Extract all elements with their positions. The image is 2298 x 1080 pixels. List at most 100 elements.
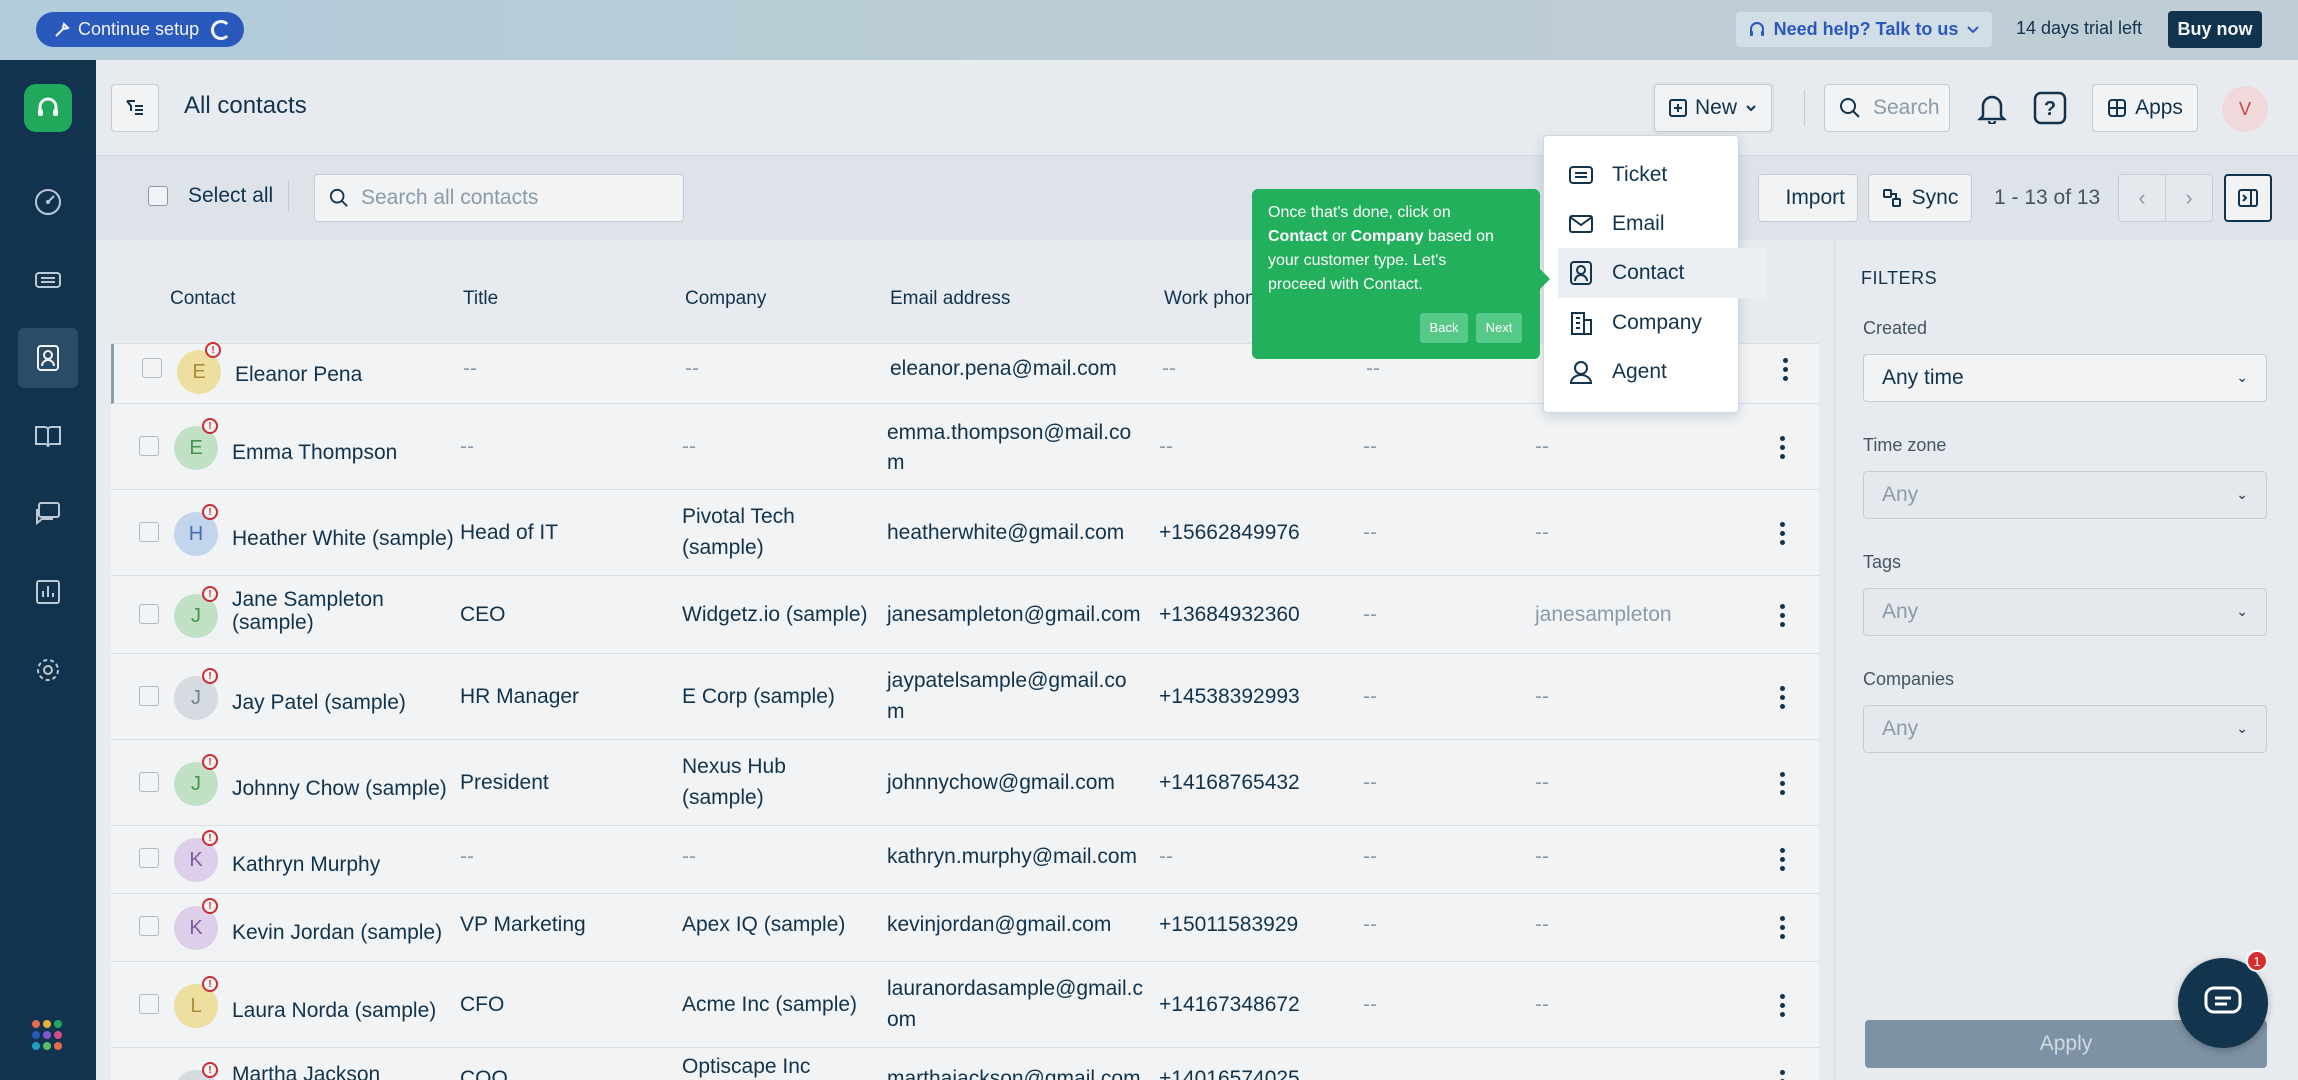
import-button[interactable]: Import — [1758, 174, 1858, 222]
timezone-filter-select[interactable]: Any ⌄ — [1863, 471, 2267, 519]
column-header-title[interactable]: Title — [463, 288, 498, 310]
created-filter-select[interactable]: Any time ⌄ — [1863, 354, 2267, 402]
global-search-button[interactable]: Search — [1824, 84, 1950, 132]
warning-icon: ! — [202, 830, 218, 846]
apps-button[interactable]: Apps — [2092, 84, 2198, 132]
row-actions-kebab-icon[interactable] — [1779, 994, 1785, 1017]
row-actions-kebab-icon[interactable] — [1779, 1070, 1785, 1080]
contact-name[interactable]: Kathryn Murphy — [232, 850, 380, 880]
row-checkbox[interactable] — [142, 358, 162, 378]
table-row[interactable]: E! Emma Thompson -- -- emma.thompson@mai… — [111, 404, 1819, 490]
column-header-company[interactable]: Company — [685, 288, 766, 310]
companies-filter-select[interactable]: Any ⌄ — [1863, 705, 2267, 753]
contact-name[interactable]: Johnny Chow (sample) — [232, 774, 447, 804]
new-button[interactable]: New — [1654, 84, 1772, 132]
warning-icon: ! — [205, 342, 221, 358]
select-all-checkbox[interactable] — [148, 186, 168, 206]
continue-setup-label: Continue setup — [78, 19, 200, 39]
warning-icon: ! — [202, 586, 218, 602]
row-actions-kebab-icon[interactable] — [1779, 522, 1785, 545]
menu-item-ticket[interactable]: Ticket — [1558, 150, 1766, 200]
analytics-nav-icon[interactable] — [18, 562, 78, 622]
row-actions-kebab-icon[interactable] — [1779, 772, 1785, 795]
table-row[interactable]: J! Jay Patel (sample) HR Manager E Corp … — [111, 654, 1819, 740]
menu-item-agent[interactable]: Agent — [1558, 347, 1766, 397]
warning-icon: ! — [202, 418, 218, 434]
contact-title: -- — [460, 845, 474, 868]
buy-now-button[interactable]: Buy now — [2168, 11, 2262, 48]
contact-name[interactable]: Heather White (sample) — [232, 524, 454, 554]
row-checkbox[interactable] — [139, 916, 159, 936]
row-actions-kebab-icon[interactable] — [1779, 604, 1785, 627]
table-row[interactable]: H! Heather White (sample) Head of IT Piv… — [111, 490, 1819, 576]
menu-item-email[interactable]: Email — [1558, 199, 1766, 249]
row-checkbox[interactable] — [139, 604, 159, 624]
tickets-nav-icon[interactable] — [18, 250, 78, 310]
table-row[interactable]: M! Martha Jackson COO Optiscape Inc mart… — [111, 1048, 1819, 1080]
notifications-bell-icon[interactable] — [1972, 88, 2012, 128]
row-checkbox[interactable] — [139, 686, 159, 706]
column-header-email[interactable]: Email address — [890, 288, 1010, 310]
contact-name[interactable]: Laura Norda (sample) — [232, 996, 436, 1026]
contact-company: -- — [685, 357, 699, 380]
table-row[interactable]: J! Jane Sampleton (sample) CEO Widgetz.i… — [111, 576, 1819, 654]
settings-gear-icon[interactable] — [18, 640, 78, 700]
header-divider — [1804, 90, 1805, 126]
row-checkbox[interactable] — [139, 848, 159, 868]
tags-filter-select[interactable]: Any ⌄ — [1863, 588, 2267, 636]
menu-item-contact[interactable]: Contact — [1558, 248, 1766, 298]
contacts-nav-icon[interactable] — [18, 328, 78, 388]
warning-icon: ! — [202, 504, 218, 520]
tooltip-next-button[interactable]: Next — [1476, 313, 1522, 343]
row-actions-kebab-icon[interactable] — [1779, 916, 1785, 939]
column-header-work-phone[interactable]: Work phone — [1164, 288, 1266, 310]
contact-name[interactable]: Eleanor Pena — [235, 360, 362, 390]
user-avatar[interactable]: V — [2222, 86, 2268, 132]
contact-email: janesampleton@gmail.com — [887, 603, 1141, 626]
contact-name[interactable]: Martha Jackson — [232, 1060, 380, 1080]
contact-company-wrap: (sample) — [682, 536, 764, 559]
contact-search-input[interactable]: Search all contacts — [314, 174, 684, 222]
contact-name[interactable]: Emma Thompson — [232, 438, 397, 468]
continue-setup-button[interactable]: Continue setup — [36, 12, 244, 47]
row-actions-kebab-icon[interactable] — [1779, 686, 1785, 709]
next-page-button[interactable]: › — [2165, 174, 2213, 222]
contact-title: CEO — [460, 603, 506, 626]
row-actions-kebab-icon[interactable] — [1779, 848, 1785, 871]
menu-item-company[interactable]: Company — [1558, 298, 1766, 348]
previous-page-button[interactable]: ‹ — [2118, 174, 2166, 222]
knowledge-base-nav-icon[interactable] — [18, 406, 78, 466]
column-header-contact[interactable]: Contact — [170, 288, 235, 310]
chevron-down-icon: ⌄ — [2236, 603, 2248, 619]
row-checkbox[interactable] — [139, 436, 159, 456]
table-row[interactable]: K! Kathryn Murphy -- -- kathryn.murphy@m… — [111, 826, 1819, 894]
table-row[interactable]: K! Kevin Jordan (sample) VP Marketing Ap… — [111, 894, 1819, 962]
app-switcher-icon[interactable] — [32, 1020, 62, 1050]
contact-name[interactable]: Jay Patel (sample) — [232, 688, 406, 718]
tooltip-back-button[interactable]: Back — [1420, 313, 1468, 343]
conversations-nav-icon[interactable] — [18, 484, 78, 544]
contact-company: -- — [682, 845, 696, 868]
row-checkbox[interactable] — [139, 994, 159, 1014]
help-question-icon[interactable]: ? — [2030, 88, 2070, 128]
row-checkbox[interactable] — [139, 772, 159, 792]
app-logo-icon[interactable] — [24, 84, 72, 132]
tooltip-line-2: Contact or Company based on — [1268, 225, 1524, 249]
dashboard-nav-icon[interactable] — [18, 172, 78, 232]
tooltip-bold-company: Company — [1350, 228, 1424, 245]
contact-name[interactable]: Kevin Jordan (sample) — [232, 918, 442, 948]
row-actions-kebab-icon[interactable] — [1782, 358, 1788, 381]
contact-name[interactable]: Jane Sampleton — [232, 588, 384, 611]
views-toggle-button[interactable] — [111, 84, 159, 132]
companies-filter-label: Companies — [1863, 669, 1955, 689]
filter-panel-toggle[interactable] — [2224, 174, 2272, 222]
page-header: All contacts New Search ? Apps V — [96, 60, 2298, 156]
contact-extra-field: -- — [1363, 771, 1377, 794]
contact-extra-field: -- — [1535, 521, 1549, 544]
table-row[interactable]: L! Laura Norda (sample) CFO Acme Inc (sa… — [111, 962, 1819, 1048]
table-row[interactable]: J! Johnny Chow (sample) President Nexus … — [111, 740, 1819, 826]
sync-button[interactable]: Sync — [1868, 174, 1972, 222]
row-actions-kebab-icon[interactable] — [1779, 436, 1785, 459]
help-talk-button[interactable]: Need help? Talk to us — [1736, 12, 1992, 47]
row-checkbox[interactable] — [139, 522, 159, 542]
